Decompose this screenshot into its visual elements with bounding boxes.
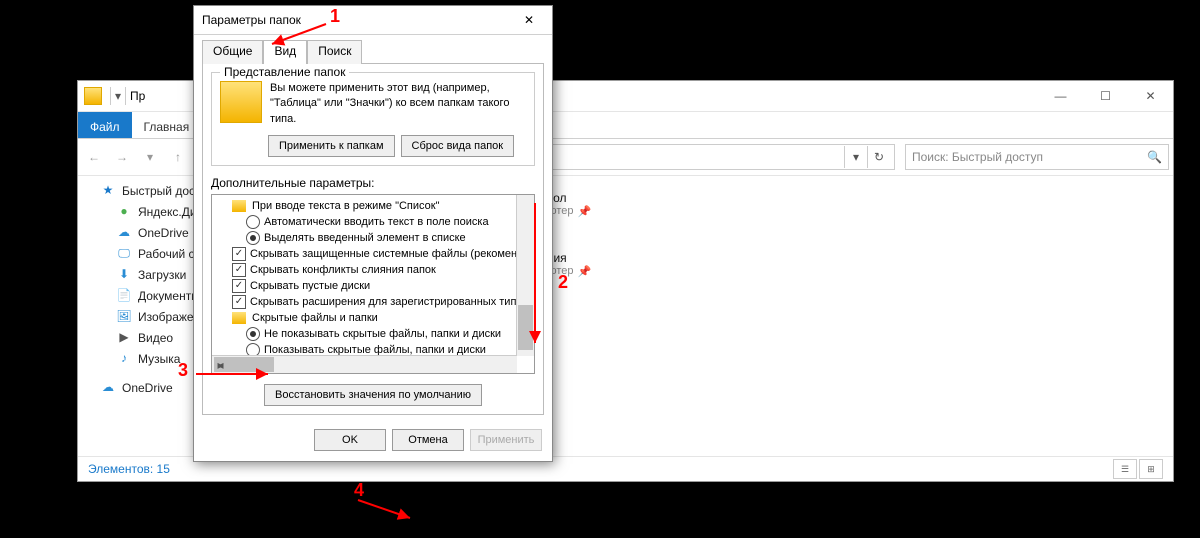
tree-row[interactable]: Выделять введенный элемент в списке (218, 230, 534, 246)
recent-dropdown[interactable]: ▾ (138, 145, 162, 169)
ok-button[interactable]: OK (314, 429, 386, 451)
folder-icon (84, 87, 102, 105)
dialog-tabs: Общие Вид Поиск (194, 35, 552, 63)
radio-icon[interactable] (246, 327, 260, 341)
cancel-button[interactable]: Отмена (392, 429, 464, 451)
restore-defaults-button[interactable]: Восстановить значения по умолчанию (264, 384, 482, 406)
tree-row[interactable]: Скрывать защищенные системные файлы (рек… (218, 246, 534, 262)
tree-row[interactable]: Скрытые файлы и папки (218, 310, 534, 326)
arrow-3-icon (196, 368, 276, 382)
address-dropdown[interactable]: ▾ (844, 146, 867, 168)
yadisk-icon: ● (116, 204, 132, 220)
pin-icon: 📌 (578, 265, 592, 278)
video-icon: ▶ (116, 330, 132, 346)
forward-button[interactable]: → (110, 145, 134, 169)
annotation-2: 2 (558, 272, 568, 293)
checkbox-icon[interactable] (232, 295, 246, 309)
annotation-3: 3 (178, 360, 188, 381)
minimize-button[interactable]: — (1038, 82, 1083, 111)
desktop-icon: 🖵 (116, 246, 132, 262)
folder-icon (232, 312, 246, 324)
tree-row[interactable]: Автоматически вводить текст в поле поиск… (218, 214, 534, 230)
search-input[interactable]: Поиск: Быстрый доступ 🔍 (905, 144, 1169, 170)
tree-row[interactable]: Не показывать скрытые файлы, папки и дис… (218, 326, 534, 342)
radio-icon[interactable] (246, 215, 260, 229)
tree-row[interactable]: Скрывать конфликты слияния папок (218, 262, 534, 278)
view-details-button[interactable]: ☰ (1113, 459, 1137, 479)
pin-icon: 📌 (578, 205, 592, 218)
checkbox-icon[interactable] (232, 247, 246, 261)
apply-button[interactable]: Применить (470, 429, 542, 451)
checkbox-icon[interactable] (232, 279, 246, 293)
dialog-titlebar[interactable]: Параметры папок ✕ (194, 6, 552, 35)
arrow-1-icon (266, 20, 330, 53)
tree-row[interactable]: При вводе текста в режиме "Список" (218, 198, 534, 214)
tab-general[interactable]: Общие (202, 40, 263, 64)
reset-folders-button[interactable]: Сброс вида папок (401, 135, 515, 157)
arrow-2-icon (528, 203, 542, 356)
advanced-settings-tree[interactable]: При вводе текста в режиме "Список"Автома… (211, 194, 535, 374)
up-button[interactable]: ↑ (166, 145, 190, 169)
back-button[interactable]: ← (82, 145, 106, 169)
radio-icon[interactable] (246, 231, 260, 245)
images-icon: 🖼 (116, 309, 132, 325)
dialog-close-button[interactable]: ✕ (514, 8, 544, 32)
folders-icon (220, 81, 262, 123)
search-icon: 🔍 (1147, 150, 1162, 164)
download-icon: ⬇ (116, 267, 132, 283)
tree-row[interactable]: Скрывать пустые диски (218, 278, 534, 294)
folder-icon (232, 200, 246, 212)
apply-to-folders-button[interactable]: Применить к папкам (268, 135, 395, 157)
ribbon-tab-home[interactable]: Главная (132, 112, 202, 138)
annotation-1: 1 (330, 6, 340, 27)
folder-options-dialog: Параметры папок ✕ Общие Вид Поиск Предст… (193, 5, 553, 462)
arrow-4-icon (358, 498, 418, 527)
close-button[interactable]: ✕ (1128, 82, 1173, 111)
maximize-button[interactable]: ☐ (1083, 82, 1128, 111)
ribbon-tab-file[interactable]: Файл (78, 112, 132, 138)
view-icons-button[interactable]: ⊞ (1139, 459, 1163, 479)
checkbox-icon[interactable] (232, 263, 246, 277)
star-icon: ★ (100, 183, 116, 199)
tree-row[interactable]: Скрывать расширения для зарегистрированн… (218, 294, 534, 310)
folder-views-group: Представление папок Вы можете применить … (211, 72, 535, 166)
onedrive-icon: ☁ (100, 380, 116, 396)
refresh-button[interactable]: ↻ (867, 146, 890, 168)
music-icon: ♪ (116, 351, 132, 367)
window-title: Пр (130, 89, 145, 103)
docs-icon: 📄 (116, 288, 132, 304)
annotation-4: 4 (354, 480, 364, 501)
onedrive-icon: ☁ (116, 225, 132, 241)
